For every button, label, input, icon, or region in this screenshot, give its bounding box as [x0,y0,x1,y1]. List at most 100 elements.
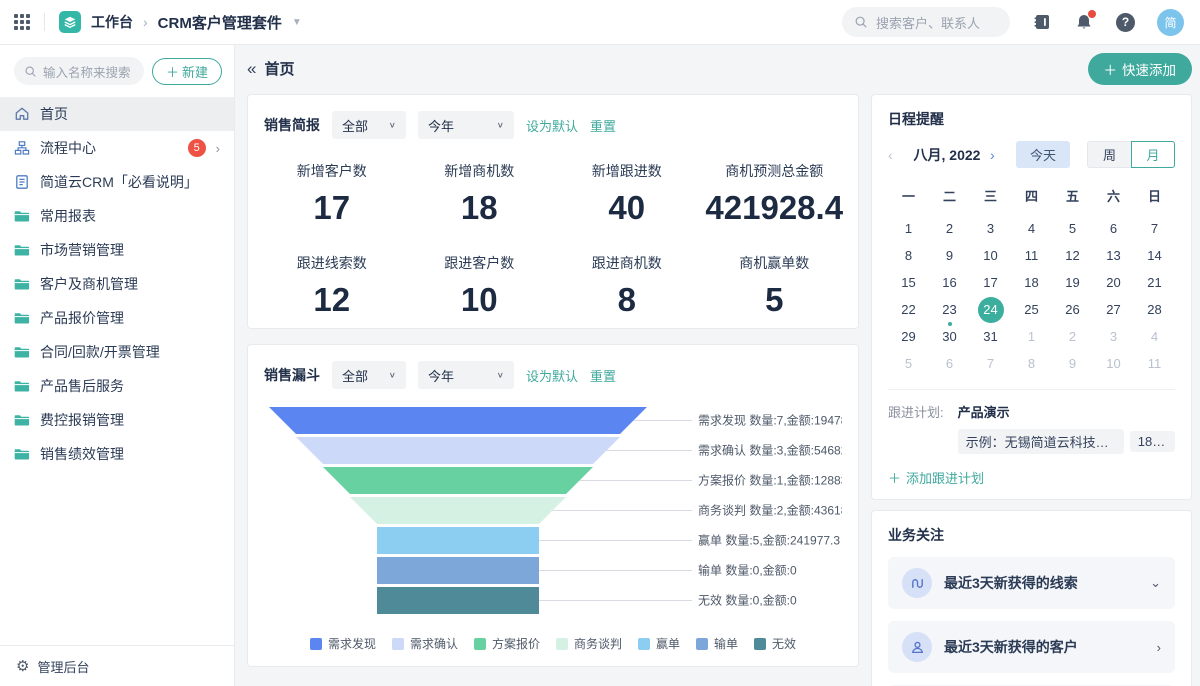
calendar-day[interactable]: 3 [970,215,1011,242]
address-book-icon[interactable] [1032,12,1052,32]
sidebar-item-2[interactable]: 简道云CRM「必看说明」 [0,165,234,199]
calendar-day[interactable]: 30 [929,323,970,350]
funnel-stage-6[interactable] [377,587,539,614]
notifications-bell-icon[interactable] [1074,12,1094,32]
week-toggle-button[interactable]: 周 [1087,141,1131,168]
calendar-day[interactable]: 20 [1093,269,1134,296]
sidebar-search-input[interactable]: 输入名称来搜索 [14,57,144,85]
funnel-stage-4[interactable] [377,527,539,554]
calendar-day[interactable]: 8 [888,242,929,269]
calendar-day[interactable]: 9 [1052,350,1093,377]
calendar-day[interactable]: 1 [1011,323,1052,350]
sidebar-item-5[interactable]: 客户及商机管理 [0,267,234,301]
calendar-day[interactable]: 12 [1052,242,1093,269]
breadcrumb-workbench[interactable]: 工作台 [91,12,133,32]
calendar-day[interactable]: 15 [888,269,929,296]
calendar-day[interactable]: 7 [970,350,1011,377]
funnel-stage-0[interactable] [269,407,647,434]
calendar-day[interactable]: 19 [1052,269,1093,296]
calendar-day[interactable]: 28 [1134,296,1175,323]
collapse-sidebar-icon[interactable]: « [247,59,254,79]
brief-set-default-link[interactable]: 设为默认 [526,116,578,135]
focus-item-0[interactable]: 最近3天新获得的线索⌄ [888,557,1175,609]
legend-item-4[interactable]: 赢单 [638,635,680,652]
app-switch-caret-icon[interactable]: ▼ [292,17,302,28]
calendar-day[interactable]: 6 [1093,215,1134,242]
funnel-period-select[interactable]: 今年∨ [418,361,514,389]
calendar-day[interactable]: 10 [1093,350,1134,377]
calendar-day[interactable]: 2 [929,215,970,242]
funnel-set-default-link[interactable]: 设为默认 [526,366,578,385]
breadcrumb-app-title[interactable]: CRM客户管理套件 [158,12,282,33]
help-icon[interactable]: ? [1116,13,1135,32]
sidebar-item-0[interactable]: 首页 [0,97,234,131]
sidebar-item-10[interactable]: 销售绩效管理 [0,437,234,471]
new-button[interactable]: ＋ 新建 [152,58,222,85]
sidebar-item-9[interactable]: 费控报销管理 [0,403,234,437]
legend-item-0[interactable]: 需求发现 [310,635,376,652]
legend-item-6[interactable]: 无效 [754,635,796,652]
brief-period-select[interactable]: 今年∨ [418,111,514,139]
calendar-day[interactable]: 9 [929,242,970,269]
calendar-day[interactable]: 5 [1052,215,1093,242]
sidebar-item-4[interactable]: 市场营销管理 [0,233,234,267]
funnel-stage-2[interactable] [323,467,593,494]
sidebar-item-1[interactable]: 流程中心5› [0,131,234,165]
add-follow-up-plan-link[interactable]: ＋ 添加跟进计划 [888,468,1175,487]
plan-company-chip[interactable]: 示例：无锡简道云科技有限... [958,429,1124,454]
calendar-day-selected[interactable]: 24 [970,296,1011,323]
calendar-day[interactable]: 7 [1134,215,1175,242]
month-toggle-button[interactable]: 月 [1131,141,1175,168]
jiandaoyun-logo-icon[interactable] [59,11,81,33]
calendar-day[interactable]: 22 [888,296,929,323]
legend-item-2[interactable]: 方案报价 [474,635,540,652]
calendar-day[interactable]: 11 [1134,350,1175,377]
funnel-stage-3[interactable] [350,497,566,524]
calendar-day[interactable]: 25 [1011,296,1052,323]
global-search-input[interactable]: 搜索客户、联系人 [842,7,1010,37]
funnel-stage-5[interactable] [377,557,539,584]
legend-item-3[interactable]: 商务谈判 [556,635,622,652]
sidebar-item-7[interactable]: 合同/回款/开票管理 [0,335,234,369]
calendar-day[interactable]: 17 [970,269,1011,296]
calendar-day[interactable]: 31 [970,323,1011,350]
calendar-day[interactable]: 23 [929,296,970,323]
legend-item-1[interactable]: 需求确认 [392,635,458,652]
legend-item-5[interactable]: 输单 [696,635,738,652]
calendar-day[interactable]: 14 [1134,242,1175,269]
focus-item-1[interactable]: 最近3天新获得的客户› [888,621,1175,673]
sidebar-item-8[interactable]: 产品售后服务 [0,369,234,403]
app-grid-icon[interactable] [14,14,30,30]
brief-reset-link[interactable]: 重置 [590,116,616,135]
calendar-weekday: 日 [1134,178,1175,215]
user-avatar[interactable]: 简 [1157,9,1184,36]
funnel-scope-select[interactable]: 全部∨ [332,361,406,389]
calendar-day[interactable]: 4 [1134,323,1175,350]
calendar-day[interactable]: 16 [929,269,970,296]
calendar-day[interactable]: 27 [1093,296,1134,323]
calendar-day[interactable]: 1 [888,215,929,242]
calendar-day[interactable]: 10 [970,242,1011,269]
funnel-stage-1[interactable] [296,437,620,464]
admin-backend-button[interactable]: ⚙ 管理后台 [0,645,234,686]
calendar-day[interactable]: 18 [1011,269,1052,296]
calendar-day[interactable]: 11 [1011,242,1052,269]
sidebar-item-6[interactable]: 产品报价管理 [0,301,234,335]
calendar-day[interactable]: 5 [888,350,929,377]
calendar-day[interactable]: 29 [888,323,929,350]
brief-scope-select[interactable]: 全部∨ [332,111,406,139]
today-button[interactable]: 今天 [1016,141,1070,168]
calendar-next-icon[interactable]: › [990,147,1006,163]
calendar-day[interactable]: 26 [1052,296,1093,323]
calendar-day[interactable]: 21 [1134,269,1175,296]
quick-add-button[interactable]: ＋ 快速添加 [1088,53,1193,85]
calendar-day[interactable]: 2 [1052,323,1093,350]
calendar-prev-icon[interactable]: ‹ [888,147,904,163]
calendar-day[interactable]: 3 [1093,323,1134,350]
calendar-day[interactable]: 6 [929,350,970,377]
calendar-day[interactable]: 13 [1093,242,1134,269]
calendar-day[interactable]: 4 [1011,215,1052,242]
calendar-day[interactable]: 8 [1011,350,1052,377]
funnel-reset-link[interactable]: 重置 [590,366,616,385]
sidebar-item-3[interactable]: 常用报表 [0,199,234,233]
